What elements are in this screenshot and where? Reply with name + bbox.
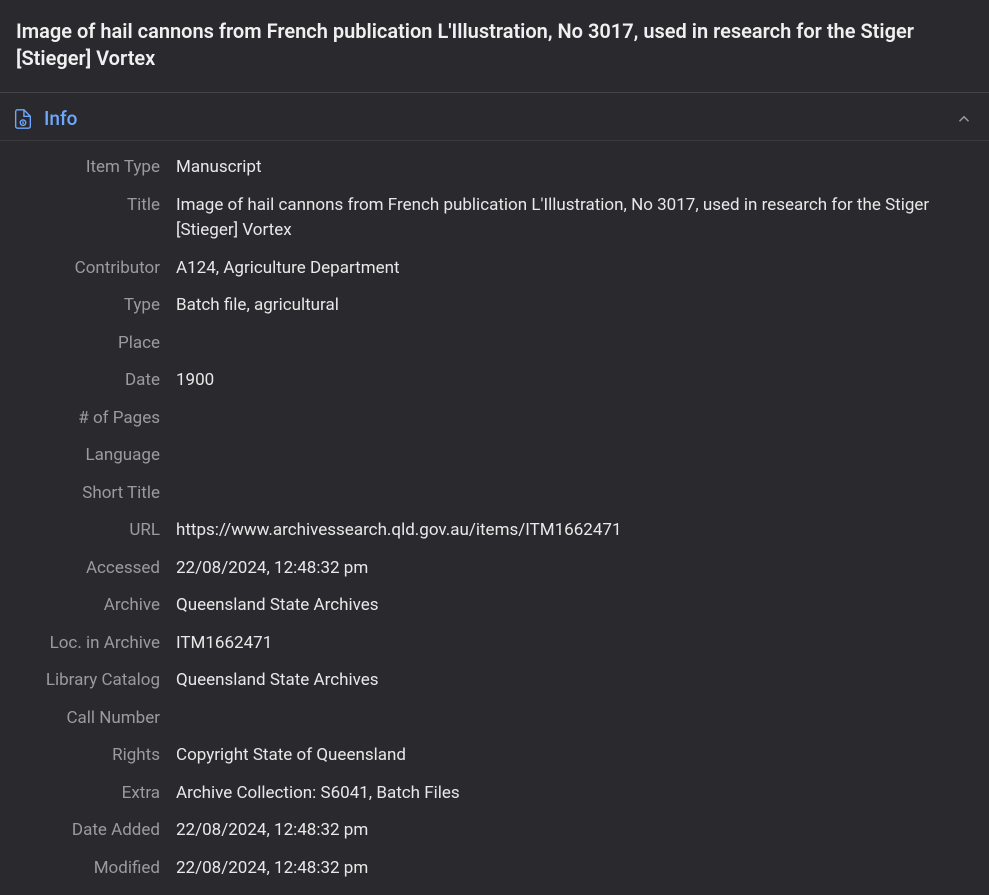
field-label: Date Added xyxy=(16,818,176,844)
field-label: Contributor xyxy=(16,256,176,282)
field-call-number[interactable]: Call Number xyxy=(0,700,989,738)
field-date[interactable]: Date 1900 xyxy=(0,362,989,400)
field-item-type[interactable]: Item Type Manuscript xyxy=(0,149,989,187)
field-label: Item Type xyxy=(16,155,176,181)
field-extra[interactable]: Extra Archive Collection: S6041, Batch F… xyxy=(0,775,989,813)
field-label: Modified xyxy=(16,856,176,882)
field-label: Archive xyxy=(16,593,176,619)
field-label: Library Catalog xyxy=(16,668,176,694)
field-value[interactable]: Queensland State Archives xyxy=(176,593,973,619)
field-value[interactable]: 22/08/2024, 12:48:32 pm xyxy=(176,818,973,844)
field-value[interactable]: Batch file, agricultural xyxy=(176,293,973,319)
field-label: Call Number xyxy=(16,706,176,732)
field-modified[interactable]: Modified 22/08/2024, 12:48:32 pm xyxy=(0,850,989,888)
field-label: Type xyxy=(16,293,176,319)
field-value[interactable]: ITM1662471 xyxy=(176,631,973,657)
field-label: Rights xyxy=(16,743,176,769)
field-value[interactable]: A124, Agriculture Department xyxy=(176,256,973,282)
item-header: Image of hail cannons from French public… xyxy=(0,0,989,93)
field-label: Loc. in Archive xyxy=(16,631,176,657)
info-section-title: Info xyxy=(44,107,955,130)
field-value[interactable]: Manuscript xyxy=(176,155,973,181)
field-language[interactable]: Language xyxy=(0,437,989,475)
info-icon xyxy=(12,108,34,130)
field-label: URL xyxy=(16,518,176,544)
field-value[interactable]: 22/08/2024, 12:48:32 pm xyxy=(176,856,973,882)
field-value[interactable]: Image of hail cannons from French public… xyxy=(176,193,973,244)
field-place[interactable]: Place xyxy=(0,325,989,363)
field-label: Short Title xyxy=(16,481,176,507)
field-value[interactable]: Queensland State Archives xyxy=(176,668,973,694)
field-url[interactable]: URL https://www.archivessearch.qld.gov.a… xyxy=(0,512,989,550)
field-short-title[interactable]: Short Title xyxy=(0,475,989,513)
chevron-up-icon xyxy=(955,110,973,128)
field-num-pages[interactable]: # of Pages xyxy=(0,400,989,438)
field-date-added[interactable]: Date Added 22/08/2024, 12:48:32 pm xyxy=(0,812,989,850)
field-label: Language xyxy=(16,443,176,469)
field-value[interactable]: 22/08/2024, 12:48:32 pm xyxy=(176,556,973,582)
field-contributor[interactable]: Contributor A124, Agriculture Department xyxy=(0,250,989,288)
field-label: Title xyxy=(16,193,176,219)
field-label: Date xyxy=(16,368,176,394)
item-title: Image of hail cannons from French public… xyxy=(16,18,973,72)
field-value[interactable]: 1900 xyxy=(176,368,973,394)
info-section-header[interactable]: Info xyxy=(0,93,989,141)
field-label: # of Pages xyxy=(16,406,176,432)
field-archive[interactable]: Archive Queensland State Archives xyxy=(0,587,989,625)
field-rights[interactable]: Rights Copyright State of Queensland xyxy=(0,737,989,775)
field-label: Accessed xyxy=(16,556,176,582)
field-accessed[interactable]: Accessed 22/08/2024, 12:48:32 pm xyxy=(0,550,989,588)
field-value[interactable]: https://www.archivessearch.qld.gov.au/it… xyxy=(176,518,973,544)
field-title[interactable]: Title Image of hail cannons from French … xyxy=(0,187,989,250)
field-library-catalog[interactable]: Library Catalog Queensland State Archive… xyxy=(0,662,989,700)
field-label: Extra xyxy=(16,781,176,807)
field-label: Place xyxy=(16,331,176,357)
field-loc-in-archive[interactable]: Loc. in Archive ITM1662471 xyxy=(0,625,989,663)
info-table: Item Type Manuscript Title Image of hail… xyxy=(0,141,989,895)
field-value[interactable]: Archive Collection: S6041, Batch Files xyxy=(176,781,973,807)
field-value[interactable]: Copyright State of Queensland xyxy=(176,743,973,769)
field-type[interactable]: Type Batch file, agricultural xyxy=(0,287,989,325)
